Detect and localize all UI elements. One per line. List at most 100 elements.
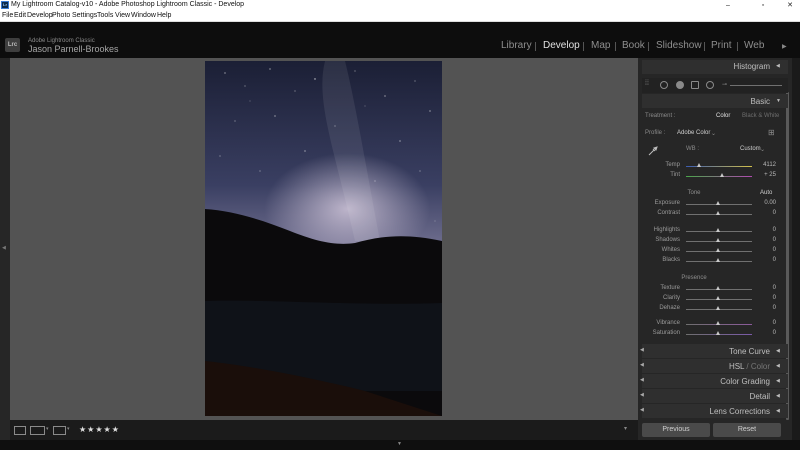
whites-value[interactable]: 0 (754, 247, 776, 253)
filmstrip-toggle-icon[interactable]: ▼ (397, 441, 402, 447)
crop-tool-icon[interactable] (660, 81, 668, 89)
left-panel-toggle-icon[interactable]: ◀ (2, 245, 6, 251)
night-sky-photo[interactable] (205, 61, 442, 416)
histogram-collapse-icon[interactable]: ◀ (776, 63, 780, 69)
star-rating[interactable]: ★★★★★ (79, 425, 120, 434)
menu-window[interactable]: Window (131, 12, 156, 19)
saturation-label: Saturation (652, 330, 680, 336)
temp-value[interactable]: 4112 (754, 162, 776, 168)
menu-view[interactable]: View (115, 12, 130, 19)
profile-chevron-icon[interactable]: ⌄ (711, 130, 716, 137)
masking-tool-icon[interactable] (706, 81, 714, 89)
saturation-value[interactable]: 0 (754, 330, 776, 336)
wb-value[interactable]: Custom (740, 146, 761, 152)
menu-help[interactable]: Help (157, 12, 171, 19)
module-book[interactable]: Book (622, 40, 645, 51)
red-eye-tool-icon[interactable] (691, 81, 699, 89)
menu-settings[interactable]: Settings (72, 12, 97, 19)
clarity-slider-thumb[interactable] (716, 296, 720, 300)
module-library[interactable]: Library (501, 40, 532, 51)
vibrance-slider-thumb[interactable] (716, 321, 720, 325)
presence-title: Presence (681, 275, 707, 281)
color-grading-toggle-icon[interactable]: ◀ (640, 377, 644, 383)
tone-curve-title: Tone Curve (729, 347, 770, 356)
detail-toggle-icon[interactable]: ◀ (640, 392, 644, 398)
panel-expand-arrow-icon[interactable]: ▶ (782, 43, 787, 50)
profile-value[interactable]: Adobe Color (677, 130, 710, 136)
hsl-toggle-icon[interactable]: ◀ (640, 362, 644, 368)
auto-button[interactable]: Auto (760, 190, 772, 196)
dehaze-value[interactable]: 0 (754, 305, 776, 311)
exposure-value[interactable]: 0.00 (754, 200, 776, 206)
lens-corrections-expand-icon[interactable]: ◀ (776, 408, 780, 414)
module-web[interactable]: Web (744, 40, 764, 51)
maximize-button[interactable]: ▫ (753, 0, 773, 11)
right-panel-scrollbar[interactable] (792, 58, 800, 440)
close-button[interactable]: ✕ (780, 0, 800, 11)
dehaze-slider-thumb[interactable] (716, 306, 720, 310)
spot-removal-tool-icon[interactable] (676, 81, 684, 89)
color-grading-title: Color Grading (720, 377, 770, 386)
contrast-value[interactable]: 0 (754, 210, 776, 216)
menu-develop[interactable]: Develop (27, 12, 53, 19)
saturation-slider-thumb[interactable] (716, 331, 720, 335)
eyedropper-icon[interactable] (648, 146, 658, 156)
hsl-expand-icon[interactable]: ◀ (776, 363, 780, 369)
treatment-color-option[interactable]: Color (716, 113, 730, 119)
tone-curve-toggle-icon[interactable]: ◀ (640, 347, 644, 353)
before-after-view-icon[interactable] (30, 426, 45, 435)
vibrance-value[interactable]: 0 (754, 320, 776, 326)
tone-curve-expand-icon[interactable]: ◀ (776, 348, 780, 354)
highlights-slider-thumb[interactable] (716, 228, 720, 232)
module-map[interactable]: Map (591, 40, 610, 51)
menu-file[interactable]: File (2, 12, 13, 19)
window-title-bar: Lr My Lightroom Catalog-v10 - Adobe Phot… (0, 0, 800, 11)
hsl-color-label[interactable]: Color (751, 362, 770, 371)
hsl-label[interactable]: HSL (729, 362, 744, 371)
blacks-value[interactable]: 0 (754, 257, 776, 263)
tint-slider-thumb[interactable] (720, 173, 724, 177)
loupe-view-icon[interactable] (14, 426, 26, 435)
identity-user-name: Jason Parnell-Brookes (28, 44, 119, 54)
shadows-value[interactable]: 0 (754, 237, 776, 243)
profile-browser-grid-icon[interactable]: ⊞ (768, 128, 775, 137)
lens-corrections-title: Lens Corrections (709, 407, 770, 416)
menu-tools[interactable]: Tools (97, 12, 113, 19)
texture-value[interactable]: 0 (754, 285, 776, 291)
toolbar-options-icon[interactable]: ▾ (624, 425, 627, 432)
brush-icon[interactable]: ⊸ (722, 81, 727, 88)
texture-slider-thumb[interactable] (716, 286, 720, 290)
whites-slider-thumb[interactable] (716, 248, 720, 252)
detail-expand-icon[interactable]: ◀ (776, 393, 780, 399)
color-grading-expand-icon[interactable]: ◀ (776, 378, 780, 384)
compare-options-chevron-down-icon[interactable]: ▾ (67, 426, 70, 432)
reset-button[interactable]: Reset (713, 423, 781, 437)
previous-button[interactable]: Previous (642, 423, 710, 437)
exposure-slider-thumb[interactable] (716, 201, 720, 205)
module-print[interactable]: Print (711, 40, 732, 51)
temp-slider-thumb[interactable] (697, 163, 701, 167)
tint-slider-track[interactable] (686, 176, 752, 177)
tint-value[interactable]: + 25 (754, 172, 776, 178)
highlights-value[interactable]: 0 (754, 227, 776, 233)
treatment-bw-option[interactable]: Black & White (742, 113, 779, 119)
menu-edit[interactable]: Edit (14, 12, 26, 19)
compare-view-icon[interactable] (53, 426, 66, 435)
minimize-button[interactable]: – (718, 0, 738, 11)
menu-photo[interactable]: Photo (52, 12, 70, 19)
contrast-slider-thumb[interactable] (716, 211, 720, 215)
tool-slider-track[interactable] (730, 85, 782, 86)
vibrance-label: Vibrance (656, 320, 680, 326)
module-slideshow[interactable]: Slideshow (656, 40, 702, 51)
blacks-slider-thumb[interactable] (716, 258, 720, 262)
lens-corrections-toggle-icon[interactable]: ◀ (640, 407, 644, 413)
view-options-chevron-down-icon[interactable]: ▾ (46, 426, 49, 432)
shadows-slider-thumb[interactable] (716, 238, 720, 242)
temp-slider-track[interactable] (686, 166, 752, 167)
clarity-value[interactable]: 0 (754, 295, 776, 301)
basic-collapse-icon[interactable]: ▼ (776, 98, 781, 104)
wb-chevron-icon[interactable]: ⌄ (760, 146, 765, 153)
module-develop[interactable]: Develop (543, 40, 580, 51)
grid-dots-icon[interactable]: ⁞⁞ (645, 80, 649, 87)
tone-title: Tone (687, 190, 701, 196)
